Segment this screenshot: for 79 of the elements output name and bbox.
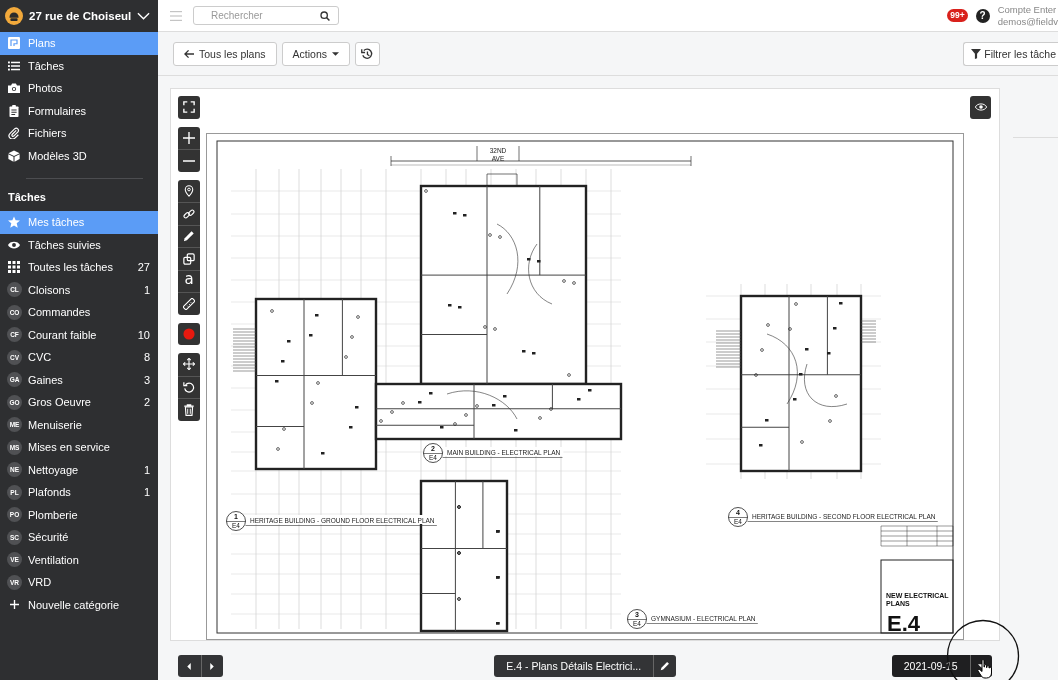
filter-icon xyxy=(971,48,982,59)
notification-badge[interactable]: 99+ xyxy=(947,9,968,22)
previous-button[interactable] xyxy=(178,655,201,677)
task-list-item[interactable]: Nouvelle catégorie xyxy=(0,593,158,616)
project-name: 27 rue de Choiseul xyxy=(29,10,132,22)
task-count: 2 xyxy=(143,396,150,409)
date-button[interactable]: 2021-09-15 xyxy=(891,655,970,677)
search-field[interactable]: Rechercher xyxy=(193,6,339,25)
task-count: 1 xyxy=(143,463,150,476)
plus-icon xyxy=(9,600,19,610)
search-icon xyxy=(320,10,330,21)
sidebar-nav-item[interactable]: Tâches xyxy=(0,54,158,77)
sheet-name-button[interactable]: E.4 - Plans Détails Electrici... xyxy=(494,655,654,677)
move-icon xyxy=(183,358,195,371)
grid-icon xyxy=(8,261,20,274)
fullscreen-icon xyxy=(183,101,195,114)
fullscreen-button[interactable] xyxy=(178,96,200,119)
cube-icon xyxy=(8,149,20,162)
floor-plan-icon xyxy=(8,37,20,50)
actions-button[interactable]: Actions xyxy=(281,41,350,66)
pencil-tool-button[interactable] xyxy=(178,224,200,247)
back-button[interactable]: Tous les plans xyxy=(173,41,277,66)
map-pin-icon xyxy=(183,184,195,197)
task-count: 27 xyxy=(137,261,150,274)
sidebar-nav-item[interactable]: Fichiers xyxy=(0,122,158,145)
shape-tool-button[interactable] xyxy=(178,247,200,270)
text-tool-button[interactable]: a xyxy=(178,269,200,292)
sidebar-nav-item[interactable]: Formulaires xyxy=(0,99,158,122)
zoom-in-button[interactable] xyxy=(178,126,200,149)
edit-button[interactable] xyxy=(653,655,676,677)
pencil-icon xyxy=(659,661,670,671)
arrow-left-icon xyxy=(184,48,194,59)
star-icon xyxy=(8,216,20,229)
help-button[interactable]: ? xyxy=(975,8,990,23)
record-button[interactable] xyxy=(178,322,200,345)
move-button[interactable] xyxy=(178,353,200,376)
caret-left-icon xyxy=(187,662,192,670)
rotate-button[interactable] xyxy=(178,375,200,398)
task-count: 1 xyxy=(143,283,150,296)
sheet-number: E.4 xyxy=(887,611,921,636)
visibility-button[interactable] xyxy=(970,96,991,119)
eye-icon xyxy=(974,101,987,114)
measure-tool-button[interactable] xyxy=(178,292,200,315)
paperclip-icon xyxy=(8,127,20,140)
delete-button[interactable] xyxy=(178,398,200,421)
account-email: demos@fieldv xyxy=(997,15,1058,28)
account-name[interactable]: Compte Enter xyxy=(997,3,1058,16)
link-tool-button[interactable] xyxy=(178,202,200,225)
rotate-icon xyxy=(183,381,195,394)
link-icon xyxy=(183,207,195,220)
history-icon xyxy=(360,46,375,61)
chevron-down-icon[interactable] xyxy=(137,12,151,20)
camera-icon xyxy=(8,82,20,95)
task-list-item[interactable]: Tâches suivies xyxy=(0,233,158,256)
task-count: 8 xyxy=(143,351,150,364)
caret-right-icon xyxy=(210,662,215,670)
history-button[interactable] xyxy=(355,41,380,66)
task-list-item[interactable]: Toutes les tâches 27 xyxy=(0,256,158,279)
task-count: 3 xyxy=(143,373,150,386)
next-button[interactable] xyxy=(200,655,223,677)
pin-tool-button[interactable] xyxy=(178,179,200,202)
filter-button[interactable]: Filtrer les tâche xyxy=(963,41,1058,66)
caret-down-icon xyxy=(332,51,339,56)
pencil-icon xyxy=(183,230,195,243)
clipboard-icon xyxy=(8,104,20,117)
plus-icon xyxy=(183,131,195,144)
shapes-icon xyxy=(183,252,195,265)
task-count: 1 xyxy=(143,486,150,499)
ruler-icon xyxy=(183,297,195,310)
company-logo-icon xyxy=(5,7,23,25)
task-count: 10 xyxy=(137,328,150,341)
zoom-out-button[interactable] xyxy=(178,149,200,172)
sidebar-nav-item[interactable]: Modèles 3D xyxy=(0,144,158,167)
minus-icon xyxy=(183,159,195,162)
list-icon xyxy=(8,59,20,72)
trash-icon xyxy=(183,403,195,416)
section-title: Tâches xyxy=(7,190,47,205)
sidebar-nav-item[interactable]: Photos xyxy=(0,77,158,100)
record-icon xyxy=(183,327,195,340)
